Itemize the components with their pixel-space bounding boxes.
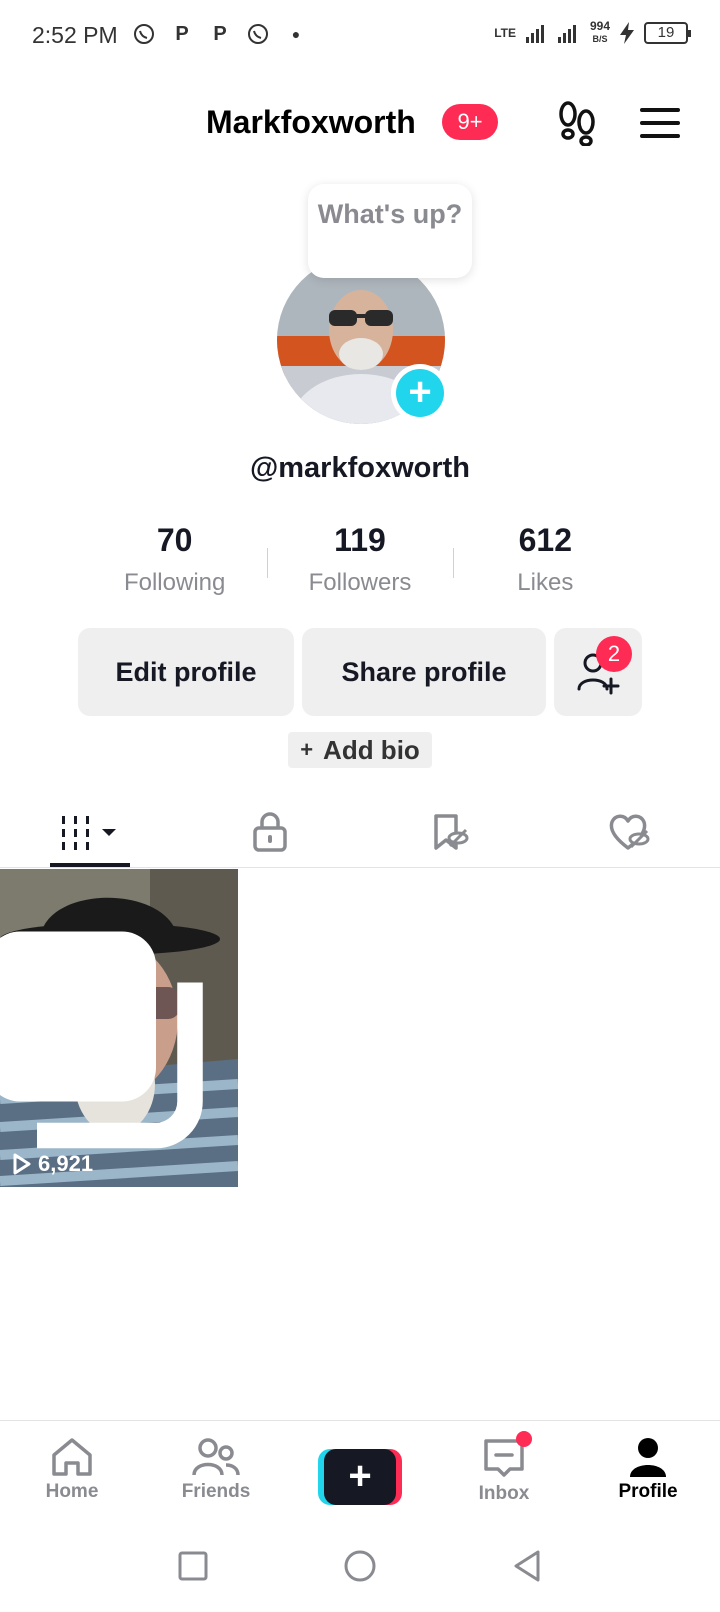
lock-icon — [253, 811, 287, 852]
stat-value: 612 — [518, 522, 573, 558]
stat-label: Followers — [308, 569, 412, 596]
stat-label: Following — [123, 569, 226, 596]
tab-liked[interactable] — [540, 796, 720, 867]
nav-create[interactable]: + — [288, 1421, 432, 1520]
add-story-button[interactable]: + — [391, 364, 449, 422]
nav-home[interactable]: Home — [0, 1421, 144, 1520]
nav-label: Inbox — [478, 1483, 530, 1504]
home-circle-icon[interactable] — [343, 1549, 377, 1583]
system-navigation — [0, 1520, 720, 1612]
signal-icon-2 — [557, 24, 576, 43]
network-speed: 994 B/S — [590, 20, 610, 45]
plus-icon: + — [300, 737, 314, 762]
signal-icon — [525, 24, 544, 43]
whats-up-bubble[interactable]: What's up? — [308, 184, 472, 278]
battery-indicator: 19 — [644, 21, 691, 44]
content-tabs — [0, 796, 720, 868]
profile-views-footprint-icon[interactable] — [556, 100, 598, 146]
video-view-count: 6,921 — [12, 1151, 93, 1177]
create-button[interactable]: + — [318, 1449, 402, 1505]
add-friends-badge: 2 — [596, 636, 632, 672]
charging-icon — [620, 21, 634, 44]
add-bio-button[interactable]: + Add bio — [288, 732, 432, 768]
recents-icon[interactable] — [177, 1550, 209, 1582]
pinned-icon — [0, 931, 203, 1149]
profile-icon — [630, 1438, 666, 1477]
profile-stats: 70 Following 119 Followers 612 Likes — [82, 522, 638, 612]
bottom-navigation: Home Friends + Inbox Profile — [0, 1420, 720, 1520]
whatsapp-icon — [132, 22, 156, 46]
tab-private[interactable] — [180, 796, 360, 867]
stat-followers[interactable]: 119 Followers — [267, 522, 452, 612]
grid-icon — [62, 815, 116, 850]
add-friends-button[interactable]: 2 — [554, 628, 642, 716]
dot-icon: ● — [291, 26, 301, 42]
speed-unit: B/S — [592, 34, 608, 44]
account-switcher-title[interactable]: Markfoxworth — [206, 104, 416, 141]
video-thumbnail[interactable]: 6,921 — [0, 869, 238, 1187]
stat-following[interactable]: 70 Following — [82, 522, 267, 612]
add-bio-label: Add bio — [323, 734, 420, 765]
play-icon — [13, 1153, 31, 1175]
back-icon[interactable] — [511, 1549, 543, 1583]
tab-favorites[interactable] — [360, 796, 540, 867]
notification-icons: P P ● — [132, 22, 308, 46]
stat-label: Likes — [517, 569, 574, 596]
lte-indicator: LTE — [494, 25, 516, 40]
tab-videos[interactable] — [0, 796, 180, 867]
notification-badge[interactable]: 9+ — [442, 104, 498, 140]
system-status-icons: LTE 994 B/S 19 — [494, 20, 691, 45]
nav-label: Friends — [181, 1481, 251, 1502]
plus-icon: + — [396, 369, 444, 417]
nav-label: Home — [45, 1481, 99, 1502]
nav-inbox[interactable]: Inbox — [432, 1421, 576, 1520]
edit-profile-button[interactable]: Edit profile — [78, 628, 294, 716]
friends-icon — [192, 1438, 240, 1476]
bookmark-hidden-icon — [434, 813, 469, 850]
stat-value: 119 — [334, 522, 386, 558]
nav-label: Profile — [618, 1481, 678, 1502]
inbox-unread-dot — [516, 1431, 532, 1447]
speed-value: 994 — [589, 19, 610, 33]
share-profile-button[interactable]: Share profile — [302, 628, 546, 716]
profile-handle: @markfoxworth — [249, 452, 471, 484]
home-icon — [52, 1438, 92, 1476]
profile-header: Markfoxworth 9+ — [0, 92, 720, 156]
status-time: 2:52 PM — [32, 22, 118, 48]
avatar-container[interactable]: + — [277, 256, 449, 424]
nav-friends[interactable]: Friends — [144, 1421, 288, 1520]
menu-icon[interactable] — [640, 108, 680, 138]
whatsapp-business-icon — [246, 22, 270, 46]
stat-value: 70 — [156, 522, 193, 558]
p-app-icon-2: P — [213, 22, 227, 45]
stat-likes[interactable]: 612 Likes — [452, 522, 638, 612]
heart-hidden-icon — [609, 814, 650, 850]
create-plus-icon: + — [324, 1449, 396, 1505]
status-bar: 2:52 PM P P ● LTE 994 B/S 19 — [0, 0, 720, 72]
nav-profile[interactable]: Profile — [576, 1421, 720, 1520]
view-count-text: 6,921 — [38, 1151, 94, 1176]
p-app-icon: P — [175, 22, 189, 45]
